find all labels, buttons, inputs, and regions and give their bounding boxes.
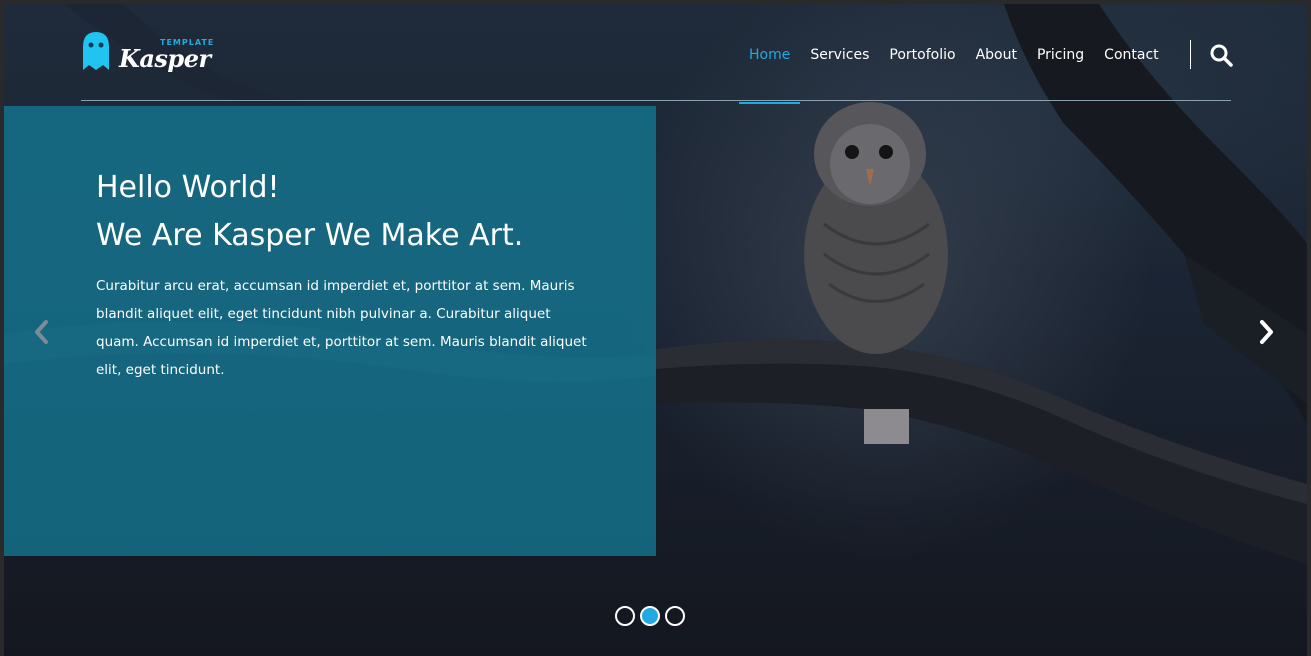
main-nav: Home Services Portofolio About Pricing C… <box>738 44 1179 104</box>
nav-divider <box>1190 40 1191 69</box>
hero-title: Hello World! We Are Kasper We Make Art. <box>96 164 523 260</box>
slider-bullet-2[interactable] <box>640 606 660 626</box>
nav-link-about[interactable]: About <box>976 47 1017 63</box>
nav-link-home[interactable]: Home <box>738 47 801 104</box>
logo[interactable]: TEMPLATE Kasper <box>81 30 213 78</box>
search-button[interactable] <box>1209 43 1233 67</box>
slider-next-button[interactable] <box>1256 318 1276 346</box>
chevron-right-icon <box>1260 320 1273 344</box>
nav-link-portofolio[interactable]: Portofolio <box>889 47 955 63</box>
hero-title-line-1: Hello World! <box>96 170 280 205</box>
nav-link-services[interactable]: Services <box>810 47 869 63</box>
hero-paragraph: Curabitur arcu erat, accumsan id imperdi… <box>96 278 587 378</box>
hero-section: TEMPLATE Kasper Home Services Portofolio… <box>4 4 1307 656</box>
chevron-left-icon <box>35 320 48 344</box>
ghost-logo-icon <box>83 32 109 70</box>
slider-bullet-1[interactable] <box>615 606 635 626</box>
slider-prev-button[interactable] <box>32 318 52 346</box>
logo-wordmark: Kasper <box>119 44 211 73</box>
search-icon <box>1210 44 1233 67</box>
nav-link-pricing[interactable]: Pricing <box>1037 47 1084 63</box>
header-divider <box>81 100 1231 101</box>
slider-bullet-3[interactable] <box>665 606 685 626</box>
slider-bullets <box>615 606 690 626</box>
nav-link-contact[interactable]: Contact <box>1104 47 1158 63</box>
hero-title-line-2: We Are Kasper We Make Art. <box>96 218 524 253</box>
hero-text-panel: Hello World! We Are Kasper We Make Art. … <box>4 106 656 556</box>
